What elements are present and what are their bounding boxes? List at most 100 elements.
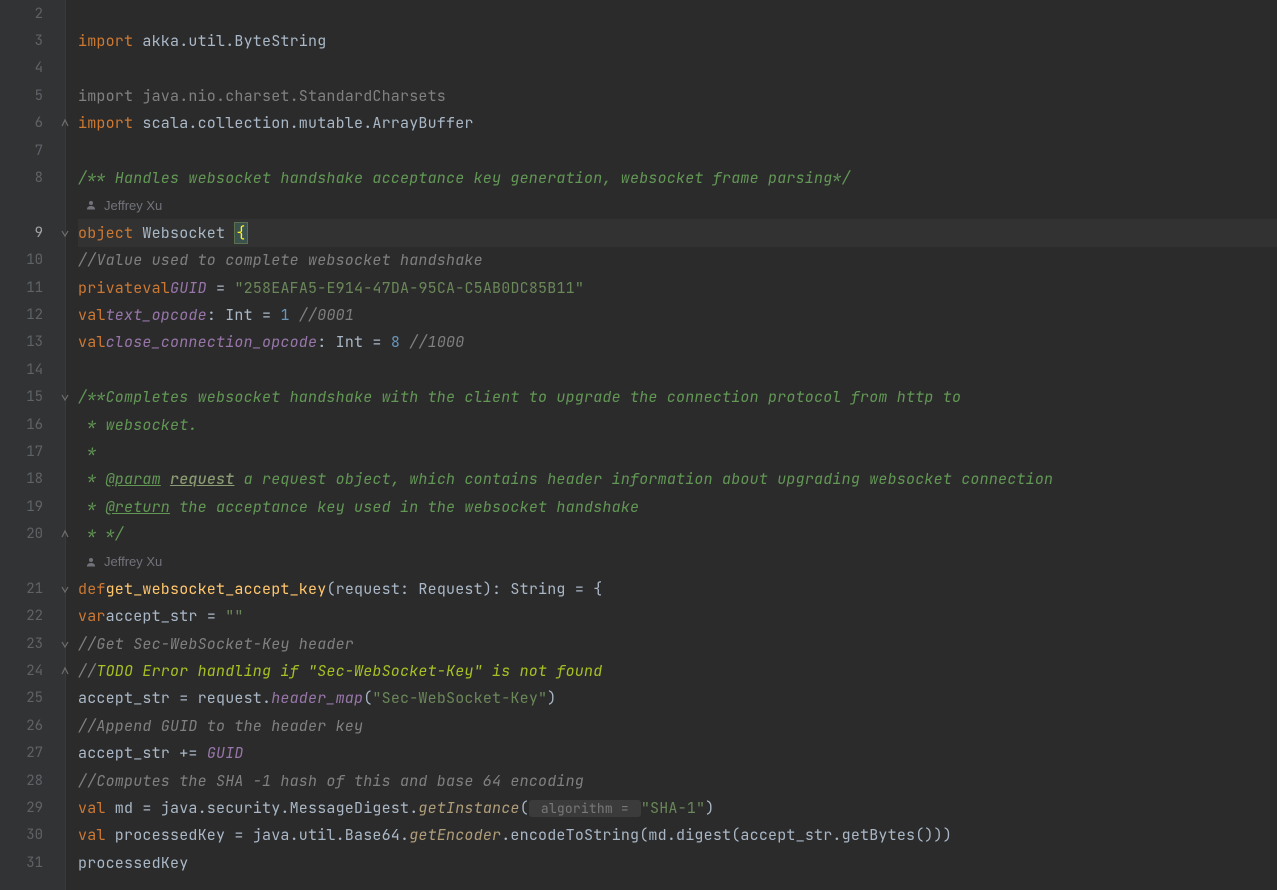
keyword-val: val — [78, 332, 106, 352]
code-line[interactable]: /**Completes websocket handshake with th… — [78, 383, 1277, 410]
gutter-row: 16 — [0, 411, 65, 438]
doc-param-name: request — [170, 469, 234, 489]
static-call: getInstance — [418, 798, 519, 818]
text: scala.collection.mutable.ArrayBuffer — [133, 113, 473, 133]
field: GUID — [207, 743, 244, 763]
line-number: 8 — [35, 169, 43, 187]
gutter-row: 5 — [0, 82, 65, 109]
code-line[interactable]: def get_websocket_accept_key(request: Re… — [78, 575, 1277, 602]
code-line[interactable]: //Computes the SHA -1 hash of this and b… — [78, 767, 1277, 794]
fold-close-icon[interactable] — [59, 665, 71, 677]
doc-comment — [161, 469, 170, 489]
doc-comment: * — [78, 469, 106, 489]
code-line[interactable]: import akka.util.ByteString — [78, 27, 1277, 54]
code-line[interactable]: /** Handles websocket handshake acceptan… — [78, 164, 1277, 191]
code-line[interactable]: import scala.collection.mutable.ArrayBuf… — [78, 110, 1277, 137]
line-number: 30 — [26, 826, 43, 844]
keyword-val: val — [78, 798, 106, 818]
fold-open-icon[interactable] — [59, 227, 71, 239]
code-area[interactable]: import akka.util.ByteString import java.… — [66, 0, 1277, 890]
person-icon — [84, 555, 98, 569]
line-number: 23 — [26, 635, 43, 653]
gutter-row: 22 — [0, 603, 65, 630]
code-line[interactable]: * — [78, 438, 1277, 465]
code-line[interactable]: val md = java.security.MessageDigest.get… — [78, 794, 1277, 821]
code-line[interactable]: private val GUID = "258EAFA5-E914-47DA-9… — [78, 274, 1277, 301]
brace-match: { — [234, 222, 247, 244]
fold-open-icon[interactable] — [59, 391, 71, 403]
number: 8 — [391, 332, 400, 352]
line-number: 25 — [26, 689, 43, 707]
code-line[interactable]: * */ — [78, 520, 1277, 547]
doc-tag-return: @return — [106, 497, 170, 517]
comment: //0001 — [290, 305, 354, 325]
code-line[interactable]: * @param request a request object, which… — [78, 466, 1277, 493]
line-number: 13 — [26, 333, 43, 351]
line-number: 6 — [35, 114, 43, 132]
code-line-current[interactable]: object Websocket { — [78, 219, 1277, 246]
field: header_map — [271, 688, 363, 708]
text: .encodeToString(md.digest(accept_str.get… — [501, 825, 952, 845]
code-line[interactable]: //Value used to complete websocket hands… — [78, 247, 1277, 274]
method-name: get_websocket_accept_key — [106, 579, 327, 599]
line-number: 19 — [26, 498, 43, 516]
fold-close-icon[interactable] — [59, 528, 71, 540]
person-icon — [84, 198, 98, 212]
line-number: 17 — [26, 443, 43, 461]
gutter-row: 8 — [0, 164, 65, 191]
code-line[interactable]: accept_str = request.header_map("Sec-Web… — [78, 685, 1277, 712]
line-number: 28 — [26, 772, 43, 790]
line-number: 31 — [26, 854, 43, 872]
line-number-current: 9 — [35, 224, 43, 242]
text: (request: Request): String = { — [326, 579, 602, 599]
code-line[interactable]: processedKey — [78, 849, 1277, 876]
code-line[interactable] — [78, 0, 1277, 27]
line-number: 29 — [26, 799, 43, 817]
code-line[interactable]: var accept_str = "" — [78, 603, 1277, 630]
line-number: 21 — [26, 580, 43, 598]
line-number: 26 — [26, 717, 43, 735]
code-line[interactable]: //Append GUID to the header key — [78, 712, 1277, 739]
text: processedKey — [78, 853, 188, 873]
fold-open-icon[interactable] — [59, 583, 71, 595]
gutter-row: 2 — [0, 0, 65, 27]
text: accept_str += — [78, 743, 207, 763]
code-line[interactable]: * @return the acceptance key used in the… — [78, 493, 1277, 520]
gutter-row: 20 — [0, 520, 65, 547]
author-name: Jeffrey Xu — [104, 554, 162, 569]
text: ) — [547, 688, 556, 708]
text: = — [363, 332, 391, 352]
fold-open-icon[interactable] — [59, 638, 71, 650]
code-line[interactable] — [78, 137, 1277, 164]
text: ( — [363, 688, 372, 708]
line-number: 2 — [35, 5, 43, 23]
gutter-row: 14 — [0, 356, 65, 383]
keyword-private: private — [78, 278, 142, 298]
author-inlay[interactable]: Jeffrey Xu — [78, 548, 1277, 575]
gutter-author-row — [0, 548, 65, 575]
text: processedKey = java.util.Base64. — [106, 825, 410, 845]
code-line[interactable]: * websocket. — [78, 411, 1277, 438]
author-inlay[interactable]: Jeffrey Xu — [78, 192, 1277, 219]
todo-comment: TODO Error handling if "Sec-WebSocket-Ke… — [96, 661, 602, 681]
doc-comment: * — [78, 442, 96, 462]
line-number: 5 — [35, 87, 43, 105]
code-line[interactable]: import java.nio.charset.StandardCharsets — [78, 82, 1277, 109]
code-line[interactable]: //Get Sec-WebSocket-Key header — [78, 630, 1277, 657]
gutter-row: 25 — [0, 685, 65, 712]
code-editor[interactable]: 2 3 4 5 6 7 8 9 10 11 12 13 14 15 16 17 … — [0, 0, 1277, 890]
code-line[interactable]: val text_opcode: Int = 1 //0001 — [78, 301, 1277, 328]
parameter-hint: algorithm = — [529, 800, 641, 817]
code-line[interactable] — [78, 55, 1277, 82]
doc-comment: * */ — [78, 524, 124, 544]
code-line[interactable]: val close_connection_opcode: Int = 8 //1… — [78, 329, 1277, 356]
code-line[interactable]: //TODO Error handling if "Sec-WebSocket-… — [78, 657, 1277, 684]
code-line[interactable]: val processedKey = java.util.Base64.getE… — [78, 822, 1277, 849]
code-line[interactable]: accept_str += GUID — [78, 740, 1277, 767]
code-line[interactable] — [78, 356, 1277, 383]
keyword-def: def — [78, 579, 106, 599]
fold-close-icon[interactable] — [59, 117, 71, 129]
gutter-row: 13 — [0, 329, 65, 356]
gutter-row: 21 — [0, 575, 65, 602]
line-number: 10 — [26, 251, 43, 269]
